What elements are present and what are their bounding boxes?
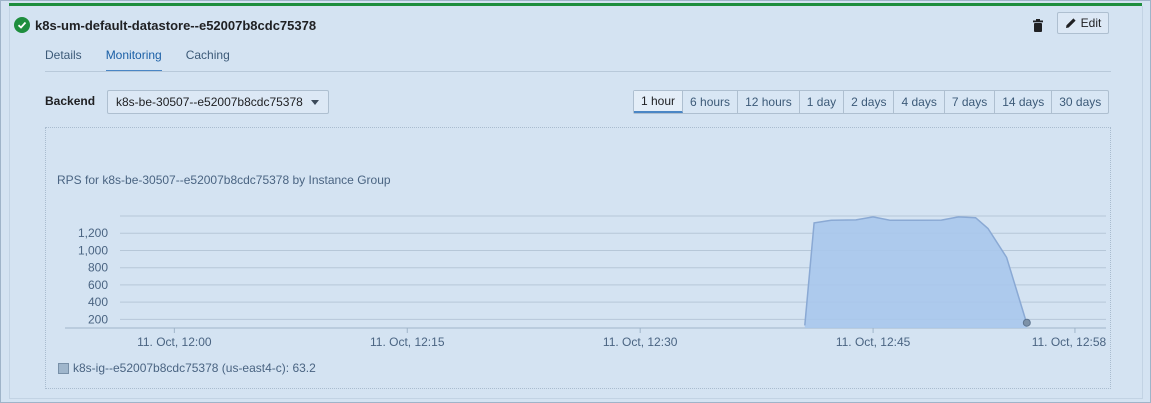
- y-tick-label: 800: [88, 261, 108, 275]
- legend-swatch: [58, 362, 69, 374]
- chart-legend[interactable]: k8s-ig--e52007b8cdc75378 (us-east4-c): 6…: [58, 361, 316, 375]
- x-tick-label: 11. Oct, 12:30: [603, 335, 678, 349]
- y-tick-label: 400: [88, 295, 108, 309]
- x-tick-label: 11. Oct, 12:45: [836, 335, 911, 349]
- x-tick-label: 11. Oct, 12:58: [1032, 335, 1107, 349]
- x-tick-label: 11. Oct, 12:00: [137, 335, 212, 349]
- series-end-marker: [1022, 318, 1031, 327]
- rps-chart: 200 400 600 800 1,000 1,200 11. Oct, 12:00 11. …: [65, 215, 1107, 349]
- x-tick-label: 11. Oct, 12:15: [370, 335, 445, 349]
- y-tick-label: 200: [88, 312, 108, 326]
- legend-label: k8s-ig--e52007b8cdc75378 (us-east4-c): 6…: [73, 361, 316, 375]
- y-tick-label: 1,000: [78, 243, 108, 257]
- y-tick-label: 600: [88, 278, 108, 292]
- y-tick-label: 1,200: [78, 226, 108, 240]
